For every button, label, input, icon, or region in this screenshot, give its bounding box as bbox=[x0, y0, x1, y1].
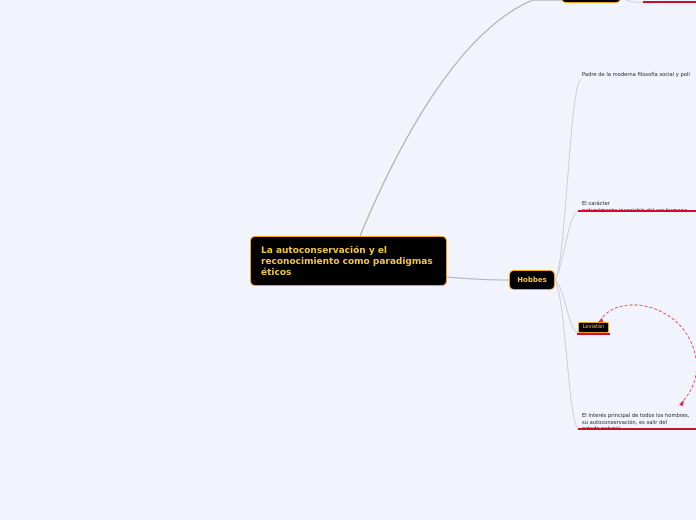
main-topic-top[interactable] bbox=[561, 0, 621, 3]
main-topic-hobbes-label: Hobbes bbox=[517, 276, 547, 284]
relationship-line bbox=[599, 304, 696, 405]
connector-central-top bbox=[359, 0, 561, 237]
subtopic-leviatan-label: Leviatán bbox=[582, 324, 605, 330]
connector-hobbes-sub1 bbox=[554, 79, 582, 281]
top-child-underline bbox=[643, 1, 696, 3]
central-topic[interactable]: La autoconservación y el reconocimiento … bbox=[250, 236, 447, 286]
subtopic-interes-underline bbox=[578, 428, 696, 430]
relationship-arrowhead-end bbox=[679, 400, 684, 406]
connector-hobbes-sub4 bbox=[554, 279, 579, 430]
main-topic-hobbes[interactable]: Hobbes bbox=[509, 270, 555, 290]
connector-hobbes-sub3 bbox=[554, 279, 579, 334]
connector-top-child bbox=[624, 0, 646, 3]
subtopic-caracter-underline bbox=[578, 210, 696, 212]
subtopic-padre-label: Padre de la moderna filosofía social y p… bbox=[582, 72, 690, 78]
subtopic-leviatan-underline bbox=[577, 333, 610, 335]
central-topic-label: La autoconservación y el reconocimiento … bbox=[261, 246, 433, 278]
connector-central-hobbes bbox=[446, 276, 510, 281]
subtopic-padre[interactable]: Padre de la moderna filosofía social y p… bbox=[582, 72, 690, 78]
subtopic-leviatan[interactable]: Leviatán bbox=[578, 322, 609, 333]
subtopic-caracter-label: El carácter naturalmente insociable del … bbox=[582, 201, 687, 213]
